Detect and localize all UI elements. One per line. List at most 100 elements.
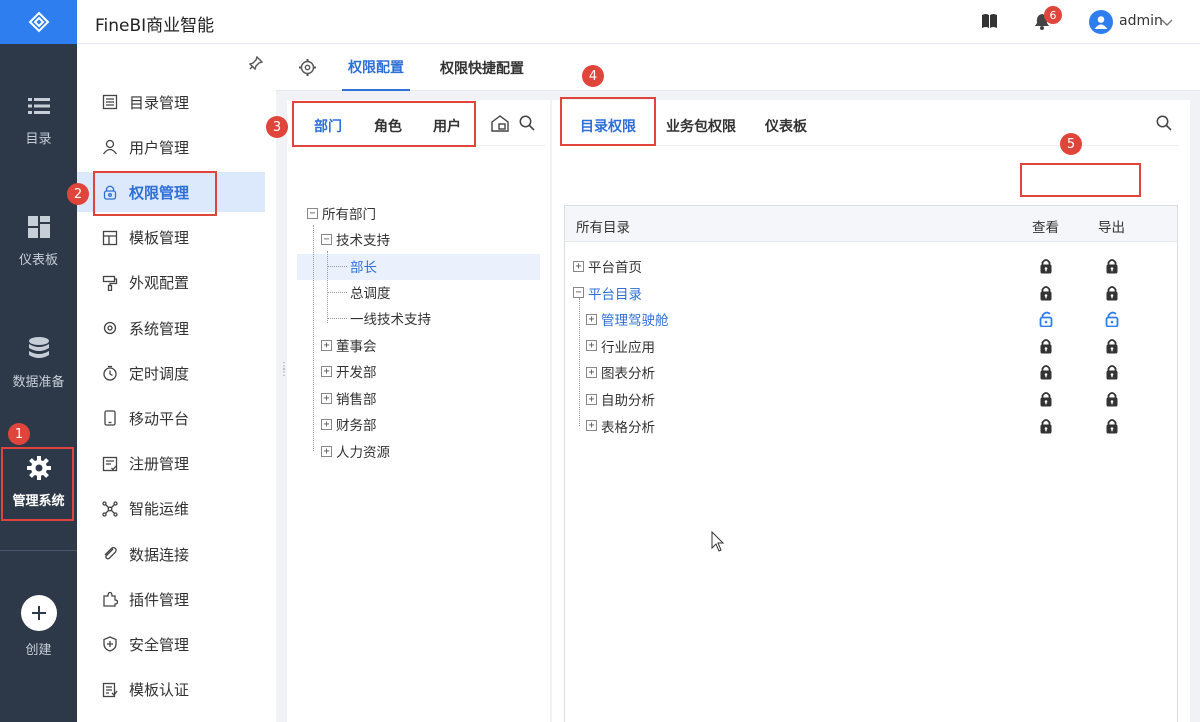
submenu-item[interactable]: 模板管理 <box>77 218 276 258</box>
chevron-down-icon[interactable] <box>1161 15 1173 31</box>
lock-icon[interactable] <box>1039 285 1053 301</box>
tree-node[interactable]: 总调度 <box>350 279 391 305</box>
puzzle-icon <box>101 590 119 608</box>
submenu-item-label: 注册管理 <box>129 455 190 474</box>
tree-node-label: 技术支持 <box>336 233 390 249</box>
table-row[interactable]: + 平台首页 <box>573 253 642 279</box>
lock-icon[interactable] <box>1039 391 1053 407</box>
expand-icon[interactable]: + <box>321 392 332 404</box>
table-row[interactable]: + 管理驾驶舱 <box>586 306 669 332</box>
column-header-export[interactable]: 导出 <box>1098 216 1125 236</box>
rail-item-create[interactable]: 创建 <box>0 595 77 658</box>
tree-node[interactable]: + 财务部 <box>321 411 377 437</box>
lock-icon[interactable] <box>1105 285 1119 301</box>
lock-icon[interactable] <box>1039 418 1053 434</box>
lock-icon[interactable] <box>1039 338 1053 354</box>
tree-node[interactable]: + 销售部 <box>321 385 377 411</box>
table-row[interactable]: + 行业应用 <box>586 333 655 359</box>
submenu-item-label: 目录管理 <box>129 93 190 112</box>
table-row[interactable]: + 图表分析 <box>586 359 655 385</box>
search-icon[interactable] <box>519 115 535 135</box>
collapse-icon[interactable]: − <box>321 233 332 245</box>
lock-icon[interactable] <box>1039 364 1053 380</box>
table-row-label: 表格分析 <box>601 419 655 436</box>
table-row[interactable]: − 平台目录 <box>573 280 642 306</box>
column-header-view[interactable]: 查看 <box>1032 216 1059 236</box>
submenu-item[interactable]: 系统管理 <box>77 308 276 348</box>
resize-handle-left[interactable]: ⋮ ⋮ <box>279 362 289 378</box>
expand-icon[interactable]: + <box>586 420 597 432</box>
subject-panel: 部门 角色 用户 − 所有部门 − 技术支持 部长 总调度 一线技术支持 + 董事会 + 开发部 + 销… <box>287 100 550 722</box>
app-logo-icon[interactable] <box>0 0 77 44</box>
tab-package-permission[interactable]: 业务包权限 <box>666 116 736 136</box>
database-icon <box>27 337 51 361</box>
annotation-box-1 <box>1 447 74 521</box>
tree-node[interactable]: + 开发部 <box>321 358 377 384</box>
submenu-item[interactable]: 移动平台 <box>77 398 276 438</box>
lock-icon[interactable] <box>1039 258 1053 274</box>
unlock-icon[interactable] <box>1105 311 1119 328</box>
rail-item-dashboard[interactable]: 仪表板 <box>0 215 77 268</box>
avatar[interactable] <box>1089 10 1113 34</box>
tree-node[interactable]: + 人力资源 <box>321 438 390 464</box>
rail-item-catalog[interactable]: 目录 <box>0 94 77 147</box>
lock-icon[interactable] <box>1105 364 1119 380</box>
mobile-icon <box>101 409 119 427</box>
submenu-item[interactable]: 安全管理 <box>77 624 276 664</box>
collapse-icon[interactable]: − <box>573 287 584 299</box>
selected-row-highlight <box>297 254 540 280</box>
notification-badge: 6 <box>1044 6 1062 24</box>
tree-node[interactable]: + 董事会 <box>321 332 377 358</box>
table-row-label: 图表分析 <box>601 366 655 383</box>
top-bar: FineBI商业智能 6 admin <box>77 0 1200 44</box>
help-book-icon[interactable] <box>981 13 998 33</box>
table-row[interactable]: + 表格分析 <box>586 413 655 439</box>
expand-icon[interactable]: + <box>573 260 584 272</box>
rail-label: 数据准备 <box>12 375 65 390</box>
submenu-item[interactable]: 用户管理 <box>77 127 276 167</box>
rail-item-data-prep[interactable]: 数据准备 <box>0 337 77 390</box>
submenu-item-label: 定时调度 <box>129 364 190 383</box>
tab-permission-config[interactable]: 权限配置 <box>342 44 410 91</box>
tree-node-label: 销售部 <box>336 392 377 408</box>
submenu-item[interactable]: 目录管理 <box>77 82 276 122</box>
submenu-item[interactable]: 插件管理 <box>77 579 276 619</box>
lock-icon[interactable] <box>1105 258 1119 274</box>
expand-icon[interactable]: + <box>586 313 597 325</box>
pin-icon[interactable] <box>248 55 264 74</box>
submenu-item[interactable]: 定时调度 <box>77 353 276 393</box>
submenu-item-label: 系统管理 <box>129 319 190 338</box>
settings-gear-icon[interactable] <box>299 59 316 80</box>
expand-icon[interactable]: + <box>586 366 597 378</box>
tree-node[interactable]: 一线技术支持 <box>350 305 431 331</box>
tab-dashboard[interactable]: 仪表板 <box>765 116 807 136</box>
tree-node[interactable]: 部长 <box>350 253 377 279</box>
lock-icon[interactable] <box>1105 391 1119 407</box>
tree-node[interactable]: − 技术支持 <box>321 226 390 252</box>
username[interactable]: admin <box>1119 13 1163 29</box>
org-building-icon[interactable] <box>490 114 510 136</box>
expand-icon[interactable]: + <box>586 340 597 352</box>
lock-icon[interactable] <box>1105 338 1119 354</box>
search-icon[interactable] <box>1156 115 1172 135</box>
table-row-label: 管理驾驶舱 <box>601 313 669 330</box>
expand-icon[interactable]: + <box>321 445 332 457</box>
submenu-item[interactable]: 数据连接 <box>77 534 276 574</box>
submenu-item[interactable]: 模板认证 <box>77 670 276 710</box>
tree-node[interactable]: − 所有部门 <box>307 200 376 226</box>
submenu-item[interactable]: 外观配置 <box>77 263 276 303</box>
annotation-badge-3: 3 <box>266 116 288 138</box>
expand-icon[interactable]: + <box>321 365 332 377</box>
expand-icon[interactable]: + <box>321 339 332 351</box>
expand-icon[interactable]: + <box>586 393 597 405</box>
submenu-item[interactable]: 注册管理 <box>77 444 276 484</box>
collapse-icon[interactable]: − <box>307 207 318 219</box>
lock-icon[interactable] <box>1105 418 1119 434</box>
submenu-item-label: 外观配置 <box>129 274 190 293</box>
expand-icon[interactable]: + <box>321 418 332 430</box>
tab-permission-quick-config[interactable]: 权限快捷配置 <box>440 44 524 91</box>
table-row[interactable]: + 自助分析 <box>586 386 655 412</box>
submenu-item[interactable]: 智能运维 <box>77 489 276 529</box>
unlock-icon[interactable] <box>1039 311 1053 328</box>
submenu-item-label: 模板管理 <box>129 229 190 248</box>
